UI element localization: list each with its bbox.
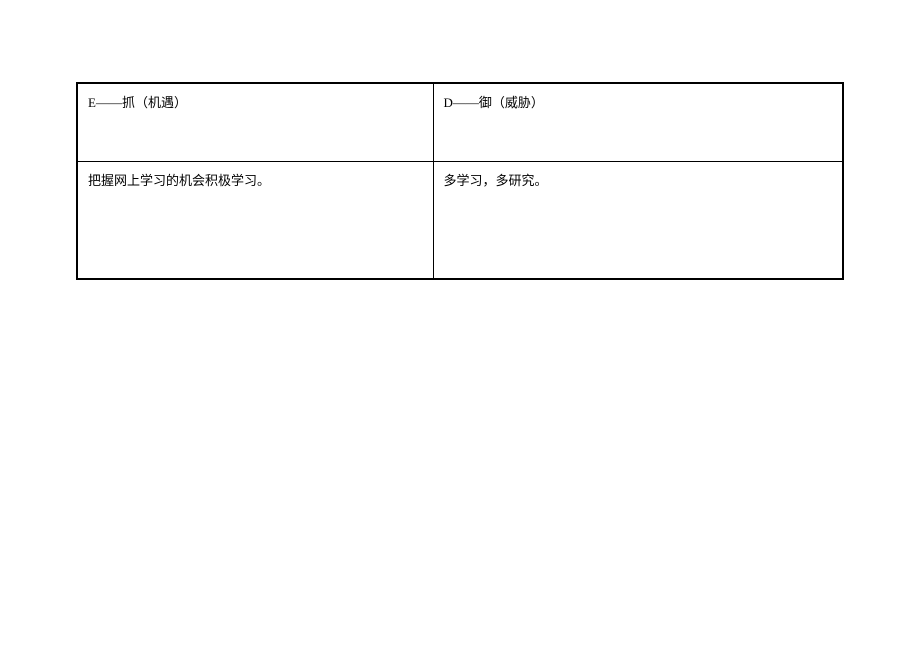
swot-analysis-table: E——抓（机遇） D——御（威胁） 把握网上学习的机会积极学习。 多学习，多研究… (76, 82, 844, 280)
content-cell-e: 把握网上学习的机会积极学习。 (77, 161, 433, 279)
content-e-text: 把握网上学习的机会积极学习。 (88, 173, 270, 188)
header-cell-d: D——御（威胁） (433, 83, 843, 161)
header-e-label: E——抓（机遇） (88, 95, 187, 110)
table-header-row: E——抓（机遇） D——御（威胁） (77, 83, 843, 161)
header-cell-e: E——抓（机遇） (77, 83, 433, 161)
table-content-row: 把握网上学习的机会积极学习。 多学习，多研究。 (77, 161, 843, 279)
content-d-text: 多学习，多研究。 (444, 173, 548, 188)
content-cell-d: 多学习，多研究。 (433, 161, 843, 279)
header-d-label: D——御（威胁） (444, 95, 544, 110)
page-container: E——抓（机遇） D——御（威胁） 把握网上学习的机会积极学习。 多学习，多研究… (0, 0, 920, 280)
